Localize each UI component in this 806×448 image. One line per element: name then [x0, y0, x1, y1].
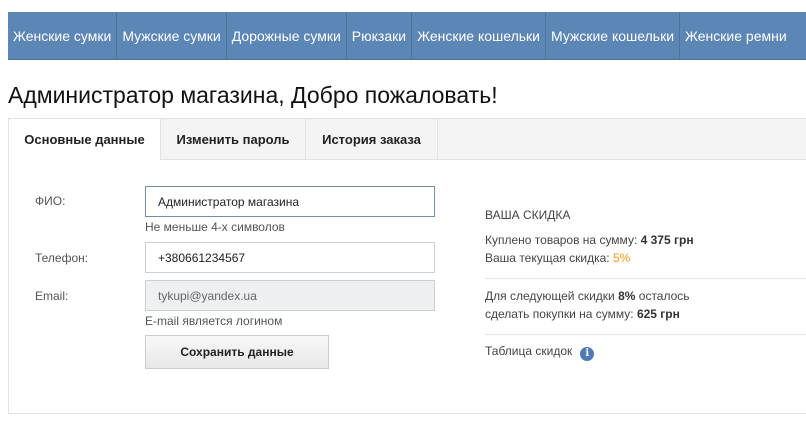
nav-item-womens-wallets[interactable]: Женские кошельки — [412, 12, 547, 59]
page-title: Администратор магазина, Добро пожаловать… — [8, 82, 498, 108]
email-input — [145, 280, 435, 311]
divider — [485, 334, 806, 335]
remaining-value: 625 грн — [636, 307, 680, 321]
phone-input[interactable] — [145, 242, 435, 273]
tab-change-password[interactable]: Изменить пароль — [161, 119, 306, 160]
next-discount-line: Для следующей скидки 8% осталось — [485, 289, 690, 303]
divider — [485, 278, 806, 279]
nav-item-womens-belts[interactable]: Женские ремни — [680, 12, 792, 59]
phone-label: Телефон: — [35, 251, 89, 265]
email-hint: E-mail является логином — [145, 314, 283, 328]
discount-title: ВАША СКИДКА — [485, 208, 571, 222]
discount-table-link[interactable]: Таблица скидок — [485, 344, 572, 358]
current-discount-value: 5% — [612, 251, 631, 265]
nav-item-mens-wallets[interactable]: Мужские кошельки — [546, 12, 681, 59]
save-data-button[interactable]: Сохранить данные — [145, 335, 329, 369]
next-discount-percent: 8% — [618, 289, 636, 303]
remaining-label: сделать покупки на сумму: — [485, 307, 634, 321]
discount-table-line: Таблица скидок i — [485, 344, 595, 361]
email-label: Email: — [35, 289, 69, 303]
bought-label: Куплено товаров на сумму: — [485, 233, 638, 247]
fio-hint: Не меньше 4-х символов — [145, 220, 285, 234]
current-discount-label: Ваша текущая скидка: — [485, 251, 610, 265]
bought-value: 4 375 грн — [640, 233, 694, 247]
nav-item-womens-bags[interactable]: Женские сумки — [8, 12, 118, 59]
nav-item-travel-bags[interactable]: Дорожные сумки — [227, 12, 347, 59]
nav-item-backpacks[interactable]: Рюкзаки — [347, 12, 413, 59]
info-icon[interactable]: i — [580, 347, 595, 361]
tab-order-history[interactable]: История заказа — [306, 119, 438, 160]
current-discount-line: Ваша текущая скидка: 5% — [485, 251, 630, 265]
next-discount-suffix: осталось — [638, 289, 690, 303]
remaining-amount-line: сделать покупки на сумму: 625 грн — [485, 307, 680, 321]
tab-basic-data[interactable]: Основные данные — [9, 119, 161, 161]
nav-item-mens-bags[interactable]: Мужские сумки — [117, 12, 227, 59]
bought-amount-line: Куплено товаров на сумму: 4 375 грн — [485, 233, 694, 247]
account-tabs: Основные данные Изменить пароль История … — [9, 119, 806, 161]
account-panel: Основные данные Изменить пароль История … — [8, 118, 806, 414]
next-discount-label: Для следующей скидки — [485, 289, 615, 303]
fio-input[interactable] — [145, 186, 435, 217]
top-navigation: Женские сумки Мужские сумки Дорожные сум… — [8, 12, 806, 60]
fio-label: ФИО: — [35, 194, 66, 208]
